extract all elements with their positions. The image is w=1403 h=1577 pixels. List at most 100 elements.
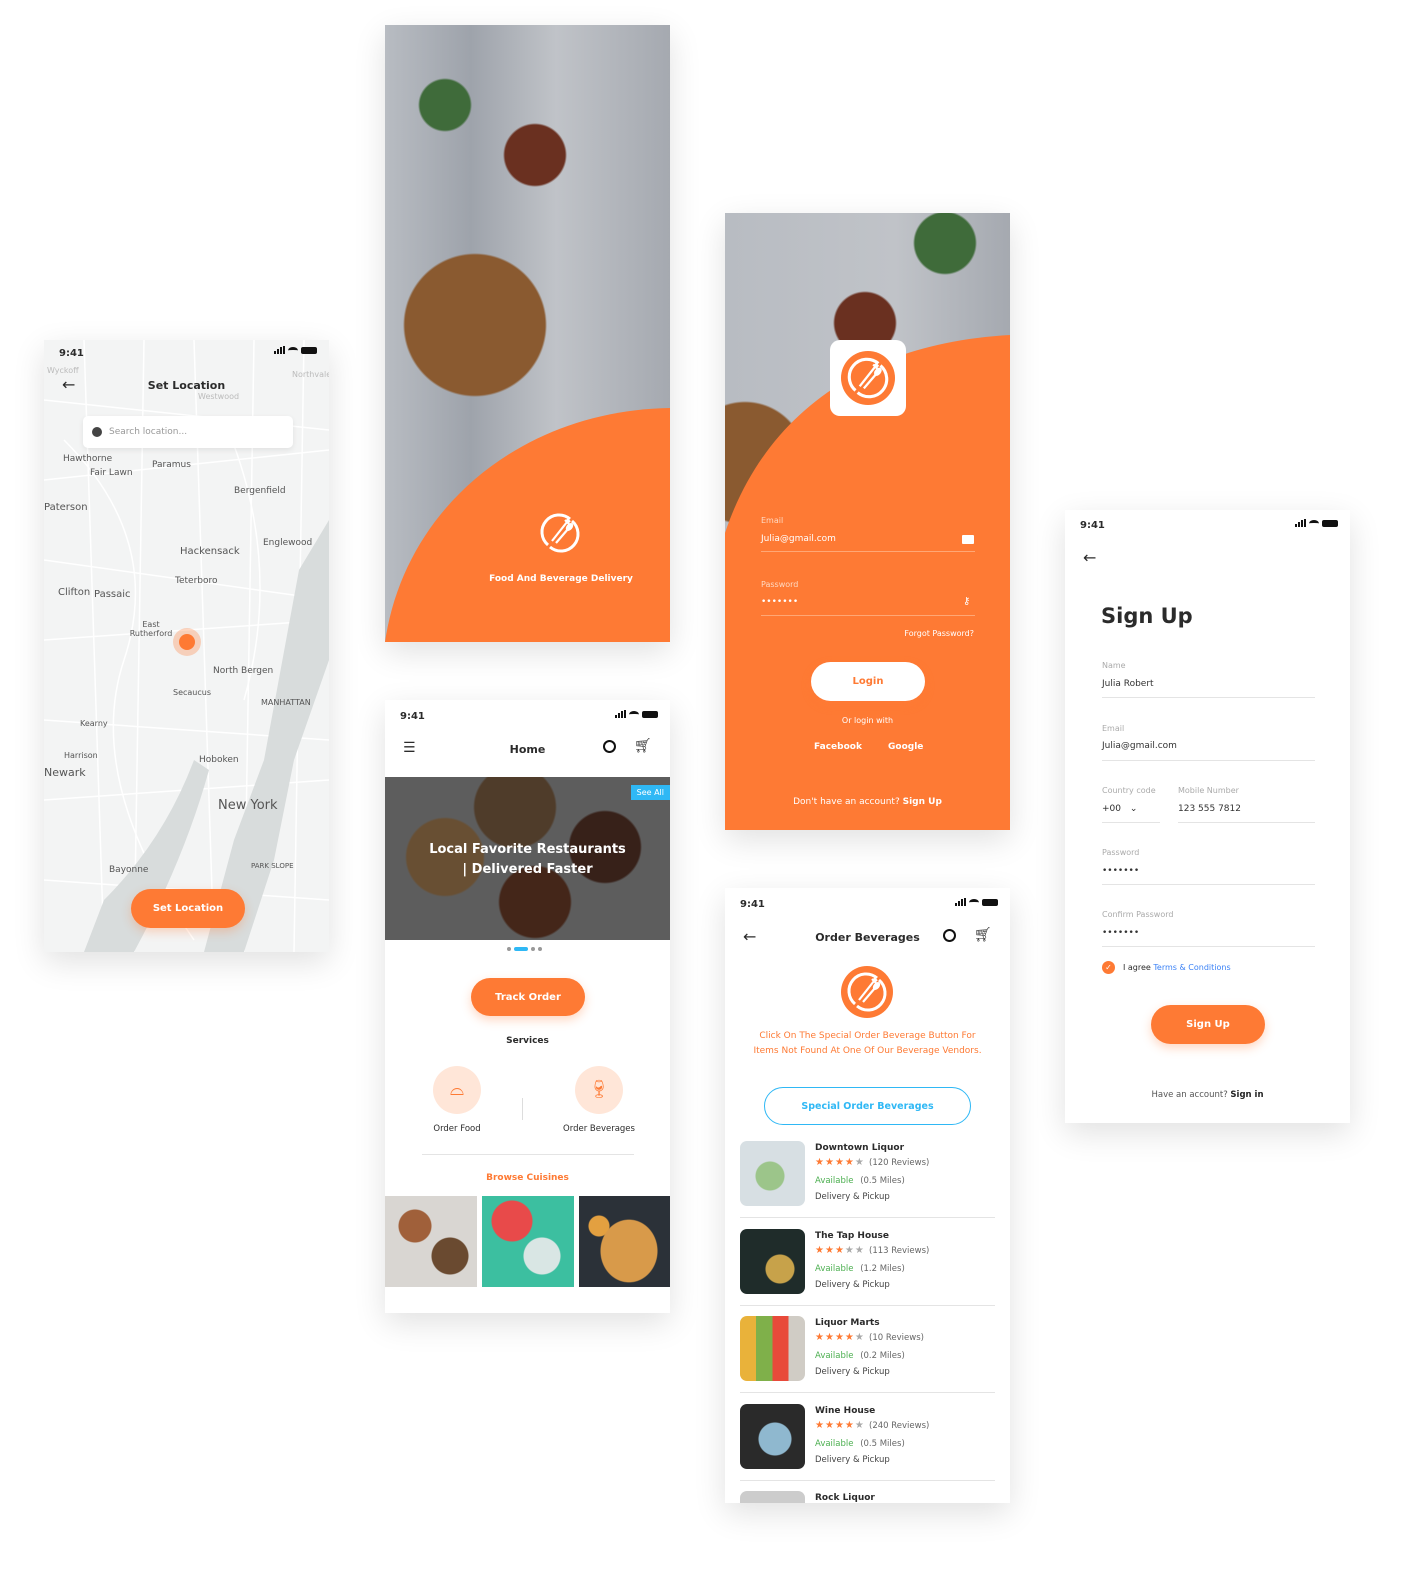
signal-icon (1295, 519, 1306, 527)
review-count: (240 Reviews) (869, 1420, 930, 1431)
cuisine-image[interactable] (385, 1196, 477, 1287)
vendor-list-item[interactable]: The Tap House ★★★★★ (113 Reviews) Availabl… (740, 1228, 995, 1309)
map-label: PARK SLOPE (251, 862, 294, 870)
carousel-dots[interactable] (507, 947, 542, 951)
map-label: East Rutherford (129, 620, 173, 638)
terms-link[interactable]: Terms & Conditions (1153, 963, 1230, 972)
map-label: New York (218, 798, 278, 813)
no-account-text: Don't have an account? (793, 797, 900, 807)
divider (522, 1098, 523, 1120)
battery-icon (301, 346, 317, 354)
password-field[interactable]: ••••••• (761, 597, 798, 607)
vendor-image (740, 1141, 805, 1206)
star-icon: ★ (824, 1244, 835, 1256)
map-label: Paterson (44, 502, 88, 513)
name-field[interactable]: Julia Robert (1102, 679, 1154, 689)
forgot-password-link[interactable]: Forgot Password? (904, 629, 974, 638)
search-icon[interactable] (943, 929, 956, 942)
star-icon: ★ (834, 1157, 845, 1168)
star-icon: ★ (854, 1244, 865, 1256)
map-label: Hoboken (199, 755, 239, 765)
envelope-icon (962, 535, 974, 544)
map-label: Westwood (198, 392, 240, 401)
mobile-field[interactable]: 123 555 7812 (1178, 804, 1241, 814)
see-all-badge[interactable]: See All (630, 785, 670, 800)
rating-stars: ★★★★★ (113 Reviews) (815, 1245, 929, 1256)
vendor-list-item[interactable]: Downtown Liquor ★★★★★ (120 Reviews) Availa… (740, 1141, 995, 1221)
tagline: Food And Beverage Delivery (489, 574, 633, 584)
vendor-list-item[interactable]: Wine House ★★★★★ (240 Reviews) Available (… (740, 1403, 995, 1484)
agree-checkbox[interactable]: ✓ (1102, 961, 1115, 974)
sign-up-link[interactable]: Sign Up (903, 797, 942, 807)
country-code-select[interactable]: +00 ⌄ (1102, 804, 1137, 814)
star-icon: ★ (815, 1244, 825, 1256)
vendor-name: Downtown Liquor (815, 1143, 905, 1153)
vendor-image (740, 1491, 805, 1503)
login-button[interactable]: Login (811, 662, 925, 701)
search-input[interactable]: Search location... (83, 416, 293, 448)
confirm-password-field[interactable]: ••••••• (1102, 928, 1139, 938)
wifi-icon (1309, 519, 1319, 527)
wine-glass-icon: 🍷︎ (575, 1066, 623, 1114)
service-type: Delivery & Pickup (815, 1454, 890, 1465)
star-icon: ★ (815, 1157, 825, 1168)
cart-icon[interactable]: 🛒︎ (974, 927, 992, 943)
star-icon: ★ (854, 1157, 865, 1168)
distance: (0.2 Miles) (860, 1351, 905, 1361)
status-text: Available (815, 1263, 854, 1274)
page-title: Sign Up (1101, 604, 1193, 628)
login-screen: Email Julia@gmail.com Password ••••••• ⚷… (725, 213, 1010, 830)
key-icon: ⚷ (963, 596, 971, 607)
divider (1102, 697, 1315, 698)
google-login-link[interactable]: Google (888, 742, 923, 752)
country-code-label: Country code (1102, 786, 1156, 795)
search-icon[interactable] (603, 740, 616, 753)
divider (740, 1304, 995, 1306)
cuisine-image[interactable] (482, 1196, 574, 1287)
cart-icon[interactable]: 🛒︎ (634, 738, 652, 754)
map-label: Englewood (263, 538, 313, 548)
divider (1178, 822, 1315, 823)
set-location-button[interactable]: Set Location (131, 889, 245, 928)
location-pin[interactable] (173, 628, 201, 656)
vendor-list-item[interactable]: Liquor Marts ★★★★★ (10 Reviews) Available … (740, 1316, 995, 1396)
battery-icon (1322, 519, 1338, 527)
search-placeholder: Search location... (109, 427, 188, 437)
name-label: Name (1102, 661, 1126, 670)
special-order-button[interactable]: Special Order Beverages (764, 1087, 971, 1125)
email-field[interactable]: Julia@gmail.com (1102, 741, 1177, 751)
track-order-button[interactable]: Track Order (471, 978, 585, 1016)
vendor-name: Wine House (815, 1405, 876, 1416)
sign-up-button[interactable]: Sign Up (1151, 1005, 1265, 1044)
have-account-text: Have an account? (1151, 1090, 1228, 1100)
service-order-beverages[interactable]: 🍷︎ Order Beverages (549, 1066, 649, 1134)
signal-icon (615, 710, 626, 718)
email-field[interactable]: Julia@gmail.com (761, 534, 836, 544)
sign-in-link[interactable]: Sign in (1230, 1090, 1263, 1100)
star-icon: ★ (844, 1244, 855, 1256)
map-label: Teterboro (175, 576, 218, 586)
status-time: 9:41 (1080, 520, 1105, 531)
app-logo (841, 966, 893, 1018)
vendor-image (740, 1403, 805, 1469)
email-label: Email (1102, 724, 1125, 733)
star-icon: ★ (844, 1157, 855, 1168)
vendor-list-item[interactable]: Rock Liquor (740, 1491, 995, 1503)
star-icon: ★ (834, 1332, 845, 1343)
cuisine-image[interactable] (579, 1196, 670, 1287)
map-label: Harrison (64, 751, 98, 760)
divider (761, 615, 975, 616)
star-icon: ★ (854, 1419, 865, 1431)
app-logo (841, 351, 895, 405)
password-field[interactable]: ••••••• (1102, 866, 1139, 876)
confirm-password-label: Confirm Password (1102, 910, 1174, 919)
back-arrow-icon[interactable]: ← (1083, 548, 1096, 567)
status-icons (1295, 519, 1338, 527)
service-order-food[interactable]: ⌓ Order Food (407, 1066, 507, 1134)
vendor-name: Liquor Marts (815, 1318, 880, 1328)
facebook-login-link[interactable]: Facebook (814, 742, 862, 752)
vendor-image (740, 1228, 805, 1294)
divider (1102, 884, 1315, 885)
distance: (0.5 Miles) (860, 1438, 905, 1449)
search-icon (92, 427, 102, 437)
